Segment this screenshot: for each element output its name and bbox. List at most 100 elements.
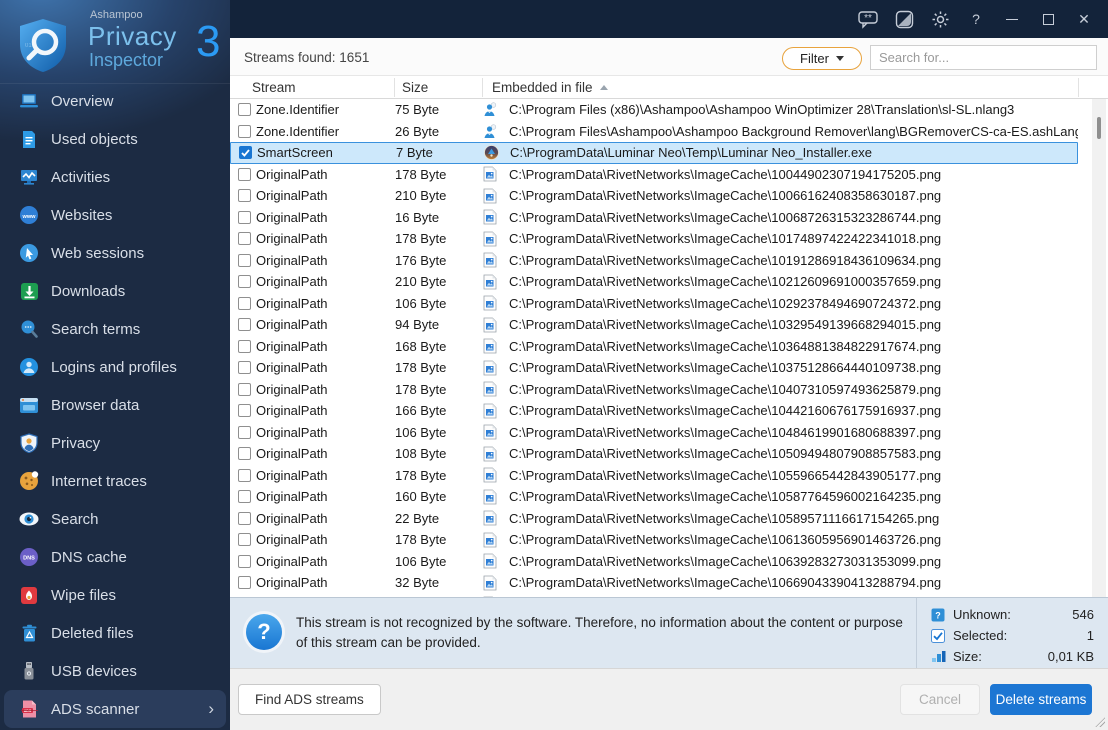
row-checkbox[interactable]	[239, 146, 252, 160]
table-row[interactable]: OriginalPath 32 Byte C:\ProgramData\RivetN…	[230, 572, 1078, 594]
table-row[interactable]: OriginalPath 210 Byte C:\ProgramData\Rivet…	[230, 185, 1078, 207]
vertical-scrollbar[interactable]	[1092, 99, 1106, 597]
table-row[interactable]: OriginalPath 178 Byte C:\ProgramData\Rivet…	[230, 228, 1078, 250]
row-checkbox[interactable]	[238, 124, 251, 138]
sidebar-item-internet-traces[interactable]: Internet traces	[0, 462, 230, 500]
row-checkbox[interactable]	[238, 361, 251, 375]
table-row[interactable]: OriginalPath 160 Byte C:\ProgramData\Rivet…	[230, 486, 1078, 508]
maximize-button[interactable]	[1030, 4, 1066, 34]
table-row[interactable]: OriginalPath 210 Byte C:\ProgramData\Rivet…	[230, 271, 1078, 293]
row-checkbox[interactable]	[238, 103, 251, 117]
column-divider[interactable]	[1078, 78, 1079, 97]
row-checkbox[interactable]	[238, 275, 251, 289]
overview-icon	[18, 91, 40, 111]
table-row[interactable]: OriginalPath 16 Byte C:\ProgramData\RivetN…	[230, 207, 1078, 229]
delete-streams-button[interactable]: Delete streams	[990, 684, 1092, 715]
row-checkbox[interactable]	[238, 468, 251, 482]
table-row[interactable]: OriginalPath 178 Byte C:\ProgramData\Rivet…	[230, 164, 1078, 186]
row-checkbox[interactable]	[238, 318, 251, 332]
stream-name: OriginalPath	[256, 360, 328, 376]
help-button[interactable]: ?	[958, 4, 994, 34]
sidebar-item-websites[interactable]: www Websites	[0, 196, 230, 234]
app-window: 010 Ashampoo Privacy Inspector 3 Overvie…	[0, 0, 1108, 730]
sidebar-item-deleted-files[interactable]: Deleted files	[0, 614, 230, 652]
sidebar-item-logins[interactable]: Logins and profiles	[0, 348, 230, 386]
privacy-icon	[18, 433, 40, 453]
table-row[interactable]: OriginalPath 178 Byte C:\ProgramData\Rivet…	[230, 465, 1078, 487]
table-row[interactable]: OriginalPath 176 Byte C:\ProgramData\Rivet…	[230, 250, 1078, 272]
stream-size: 106 Byte	[395, 553, 447, 569]
stream-size: 32 Byte	[395, 575, 440, 591]
cancel-button[interactable]: Cancel	[900, 684, 980, 715]
table-row[interactable]: OriginalPath 178 Byte C:\ProgramData\Rivet…	[230, 379, 1078, 401]
sidebar-item-downloads[interactable]: Downloads	[0, 272, 230, 310]
row-checkbox[interactable]	[238, 232, 251, 246]
sidebar-item-overview[interactable]: Overview	[0, 82, 230, 120]
row-checkbox[interactable]	[238, 253, 251, 267]
table-row[interactable]: OriginalPath 108 Byte C:\ProgramData\Rivet…	[230, 443, 1078, 465]
embedded-file-path: C:\ProgramData\Luminar Neo\Temp\Luminar …	[510, 145, 873, 161]
table-row[interactable]: OriginalPath 168 Byte C:\ProgramData\Rivet…	[230, 336, 1078, 358]
sidebar-item-usb-devices[interactable]: USB devices	[0, 652, 230, 690]
row-checkbox[interactable]	[238, 490, 251, 504]
search-input[interactable]	[870, 45, 1097, 70]
row-checkbox[interactable]	[238, 511, 251, 525]
row-checkbox[interactable]	[238, 447, 251, 461]
sidebar-item-web-sessions[interactable]: Web sessions	[0, 234, 230, 272]
table-row[interactable]: OriginalPath 106 Byte C:\ProgramData\Rivet…	[230, 293, 1078, 315]
table-row[interactable]: OriginalPath 178 Byte C:\ProgramData\Rivet…	[230, 529, 1078, 551]
table-row[interactable]: OriginalPath 94 Byte C:\ProgramData\RivetN…	[230, 314, 1078, 336]
row-checkbox[interactable]	[238, 382, 251, 396]
installer-file-icon	[484, 145, 510, 161]
table-row[interactable]: Zone.Identifier 75 Byte C:\Program Files (…	[230, 99, 1078, 121]
column-header-size[interactable]: Size	[402, 80, 428, 95]
sidebar-item-ads-scanner[interactable]: ADS ADS scanner ›	[4, 690, 226, 728]
table-row[interactable]: OriginalPath 178 Byte C:\ProgramData\Rivet…	[230, 357, 1078, 379]
settings-button[interactable]	[922, 4, 958, 34]
row-checkbox[interactable]	[238, 189, 251, 203]
streams-found-label: Streams found: 1651	[244, 50, 370, 65]
row-checkbox[interactable]	[238, 425, 251, 439]
feedback-button[interactable]: **	[850, 4, 886, 34]
table-row[interactable]: OriginalPath 106 Byte C:\ProgramData\Rivet…	[230, 551, 1078, 573]
stream-size: 7 Byte	[396, 145, 433, 161]
row-checkbox[interactable]	[238, 210, 251, 224]
minimize-button[interactable]	[994, 4, 1030, 34]
table-row[interactable]: OriginalPath 166 Byte C:\ProgramData\Rivet…	[230, 400, 1078, 422]
sidebar-item-browser-data[interactable]: Browser data	[0, 386, 230, 424]
row-checkbox[interactable]	[238, 576, 251, 590]
theme-button[interactable]	[886, 4, 922, 34]
table-row[interactable]: OriginalPath 106 Byte C:\ProgramData\Rivet…	[230, 422, 1078, 444]
row-checkbox[interactable]	[238, 533, 251, 547]
row-checkbox[interactable]	[238, 167, 251, 181]
sidebar-item-label: USB devices	[51, 662, 137, 680]
table-row[interactable]: OriginalPath 22 Byte C:\ProgramData\RivetN…	[230, 508, 1078, 530]
sort-asc-icon	[599, 85, 608, 90]
resize-grip[interactable]	[1095, 717, 1105, 727]
scrollbar-thumb[interactable]	[1097, 117, 1101, 139]
close-button[interactable]: ✕	[1066, 4, 1102, 34]
sidebar-item-privacy[interactable]: Privacy	[0, 424, 230, 462]
column-header-stream[interactable]: Stream	[252, 80, 296, 95]
sidebar-item-search[interactable]: Search	[0, 500, 230, 538]
stream-size: 166 Byte	[395, 403, 447, 419]
table-row[interactable]: Zone.Identifier 26 Byte C:\Program Files\A…	[230, 121, 1078, 143]
sidebar-item-search-terms[interactable]: Search terms	[0, 310, 230, 348]
sidebar-item-dns-cache[interactable]: DNS DNS cache	[0, 538, 230, 576]
sidebar-item-wipe-files[interactable]: Wipe files	[0, 576, 230, 614]
stream-name: OriginalPath	[256, 403, 328, 419]
table-row[interactable]: SmartScreen 7 Byte C:\ProgramData\Luminar …	[230, 142, 1078, 164]
stream-table: Zone.Identifier 75 Byte C:\Program Files (…	[230, 99, 1108, 597]
column-divider[interactable]	[394, 78, 395, 97]
stat-value: 0,01 KB	[1047, 649, 1094, 664]
row-checkbox[interactable]	[238, 339, 251, 353]
row-checkbox[interactable]	[238, 296, 251, 310]
find-ads-streams-button[interactable]: Find ADS streams	[238, 684, 381, 715]
row-checkbox[interactable]	[238, 554, 251, 568]
row-checkbox[interactable]	[238, 404, 251, 418]
column-header-embedded-in-file[interactable]: Embedded in file	[492, 80, 608, 95]
sidebar-item-used-objects[interactable]: Used objects	[0, 120, 230, 158]
sidebar-item-activities[interactable]: Activities	[0, 158, 230, 196]
column-divider[interactable]	[482, 78, 483, 97]
filter-button[interactable]: Filter	[782, 47, 862, 70]
